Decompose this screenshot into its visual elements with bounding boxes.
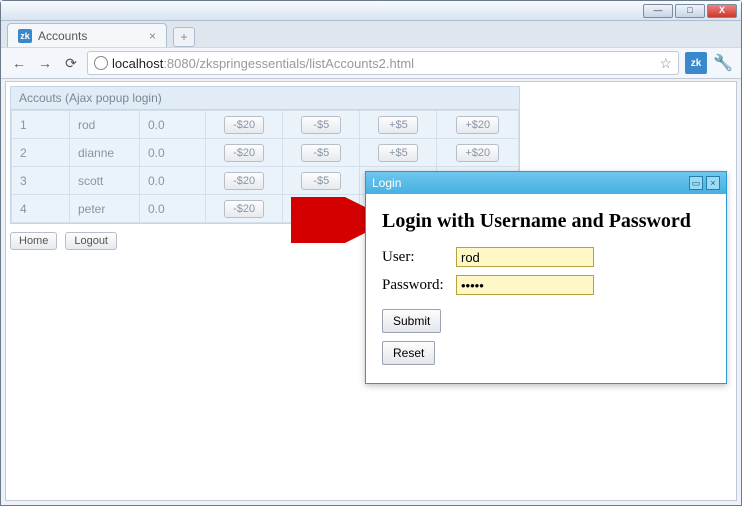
minus5-cell: -$5 <box>283 139 360 167</box>
bookmark-star-icon[interactable]: ☆ <box>660 55 673 72</box>
cell-id: 3 <box>12 167 70 195</box>
plus20-button[interactable]: +$20 <box>456 116 499 134</box>
login-heading: Login with Username and Password <box>382 210 710 233</box>
panel-title: Accouts (Ajax popup login) <box>11 87 519 110</box>
cell-balance: 0.0 <box>140 111 206 139</box>
zk-extension-icon[interactable]: zk <box>685 52 707 74</box>
forward-button[interactable]: → <box>35 53 55 73</box>
login-dialog-titlebar[interactable]: Login ▭ × <box>366 172 726 194</box>
minus5-button[interactable]: -$5 <box>301 200 341 218</box>
minus20-button[interactable]: -$20 <box>224 200 264 218</box>
browser-toolbar: ← → ⟳ localhost:8080/zkspringessentials/… <box>1 47 741 79</box>
minus5-button[interactable]: -$5 <box>301 116 341 134</box>
cell-name: dianne <box>70 139 140 167</box>
cell-balance: 0.0 <box>140 139 206 167</box>
minus20-cell: -$20 <box>206 139 283 167</box>
cell-id: 1 <box>12 111 70 139</box>
password-label: Password: <box>382 277 456 294</box>
tab-title: Accounts <box>38 29 87 43</box>
back-button[interactable]: ← <box>9 53 29 73</box>
cell-name: rod <box>70 111 140 139</box>
cell-balance: 0.0 <box>140 195 206 223</box>
window-close-button[interactable]: X <box>707 4 737 18</box>
logout-button[interactable]: Logout <box>65 232 117 250</box>
cell-name: scott <box>70 167 140 195</box>
reload-button[interactable]: ⟳ <box>61 53 81 73</box>
minus20-button[interactable]: -$20 <box>224 172 264 190</box>
minus5-button[interactable]: -$5 <box>301 172 341 190</box>
url-text: localhost:8080/zkspringessentials/listAc… <box>112 56 414 71</box>
user-input[interactable] <box>456 247 594 267</box>
minus20-button[interactable]: -$20 <box>224 116 264 134</box>
window-titlebar: — □ X <box>1 1 741 21</box>
login-minimize-button[interactable]: ▭ <box>689 176 703 190</box>
submit-button[interactable]: Submit <box>382 309 441 333</box>
login-dialog-title: Login <box>372 176 401 190</box>
url-path: :8080/zkspringessentials/listAccounts2.h… <box>163 56 414 71</box>
login-dialog-body: Login with Username and Password User: P… <box>366 194 726 383</box>
login-close-button[interactable]: × <box>706 176 720 190</box>
cell-id: 2 <box>12 139 70 167</box>
user-row: User: <box>382 247 710 267</box>
settings-wrench-icon[interactable]: 🔧 <box>713 53 733 73</box>
url-host: localhost <box>112 56 163 71</box>
cell-balance: 0.0 <box>140 167 206 195</box>
home-button[interactable]: Home <box>10 232 57 250</box>
plus5-cell: +$5 <box>360 111 437 139</box>
favicon-icon: zk <box>18 29 32 43</box>
window-minimize-button[interactable]: — <box>643 4 673 18</box>
window-maximize-button[interactable]: □ <box>675 4 705 18</box>
cell-id: 4 <box>12 195 70 223</box>
minus20-cell: -$20 <box>206 111 283 139</box>
new-tab-button[interactable]: + <box>173 27 195 47</box>
minus20-cell: -$20 <box>206 195 283 223</box>
address-bar[interactable]: localhost:8080/zkspringessentials/listAc… <box>87 51 679 75</box>
plus5-button[interactable]: +$5 <box>378 116 418 134</box>
minus20-cell: -$20 <box>206 167 283 195</box>
cell-name: peter <box>70 195 140 223</box>
password-input[interactable] <box>456 275 594 295</box>
minus5-cell: -$5 <box>283 111 360 139</box>
minus5-cell: -$5 <box>283 167 360 195</box>
plus5-button[interactable]: +$5 <box>378 144 418 162</box>
password-row: Password: <box>382 275 710 295</box>
user-label: User: <box>382 249 456 266</box>
plus5-cell: +$5 <box>360 139 437 167</box>
globe-icon <box>94 56 108 70</box>
minus5-button[interactable]: -$5 <box>301 144 341 162</box>
plus20-cell: +$20 <box>437 139 519 167</box>
reset-button[interactable]: Reset <box>382 341 435 365</box>
table-row: 1 rod 0.0 -$20 -$5 +$5 +$20 <box>12 111 519 139</box>
minus5-cell: -$5 <box>283 195 360 223</box>
tab-close-icon[interactable]: × <box>149 29 156 43</box>
table-row: 2 dianne 0.0 -$20 -$5 +$5 +$20 <box>12 139 519 167</box>
plus20-cell: +$20 <box>437 111 519 139</box>
plus20-button[interactable]: +$20 <box>456 144 499 162</box>
minus20-button[interactable]: -$20 <box>224 144 264 162</box>
browser-window: — □ X zk Accounts × + ← → ⟳ localhost:80… <box>0 0 742 506</box>
login-dialog: Login ▭ × Login with Username and Passwo… <box>365 171 727 384</box>
tab-strip: zk Accounts × + <box>1 21 741 47</box>
tab-accounts[interactable]: zk Accounts × <box>7 23 167 47</box>
